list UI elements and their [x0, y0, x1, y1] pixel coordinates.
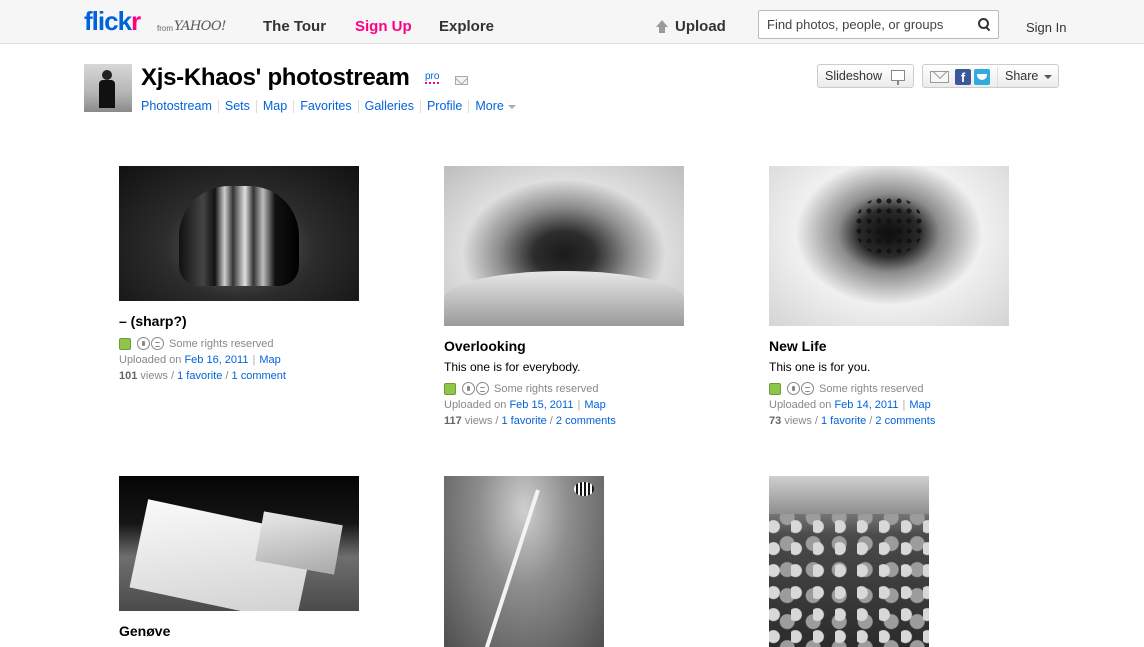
photo-type-icon: [119, 337, 131, 350]
share-label: Share: [1005, 69, 1039, 83]
favorites-link[interactable]: 1 favorite: [821, 415, 866, 427]
photo-description: This one is for everybody.: [444, 360, 581, 374]
map-link[interactable]: Map: [259, 354, 280, 366]
subnav-photostream[interactable]: Photostream: [141, 100, 218, 113]
logo-from-text: from: [157, 24, 173, 33]
share-divider: [997, 67, 998, 87]
page-title: Xjs-Khaos' photostream: [141, 64, 410, 91]
view-count: 101: [119, 370, 138, 382]
upload-arrow-icon: [656, 19, 669, 34]
cc-noderivs-icon[interactable]: [151, 337, 164, 350]
subnav-galleries[interactable]: Galleries: [357, 100, 420, 113]
slideshow-label: Slideshow: [825, 69, 882, 83]
photo-stats: 117 views / 1 favorite / 2 comments: [444, 415, 616, 427]
favorites-link[interactable]: 1 favorite: [502, 415, 547, 427]
photo-thumbnail[interactable]: [119, 476, 359, 611]
photo-item: Genøve: [119, 476, 359, 639]
view-count: 73: [769, 415, 782, 427]
comments-link[interactable]: 2 comments: [875, 415, 935, 427]
twitter-icon[interactable]: [974, 69, 990, 85]
photo-type-icon: [444, 382, 456, 395]
photo-thumbnail[interactable]: [444, 476, 604, 647]
share-button[interactable]: f Share: [922, 64, 1059, 88]
email-share-icon[interactable]: [930, 71, 949, 83]
photo-stats: 73 views / 1 favorite / 2 comments: [769, 415, 936, 427]
cc-attribution-icon[interactable]: [137, 337, 150, 350]
flickr-logo[interactable]: flickr: [84, 6, 141, 37]
license-info: Some rights reserved: [769, 382, 1009, 395]
chevron-down-icon: [1044, 75, 1052, 79]
view-count: 117: [444, 415, 462, 427]
license-text[interactable]: Some rights reserved: [494, 383, 599, 395]
photo-item: [769, 476, 929, 647]
photo-title[interactable]: New Life: [769, 338, 1009, 354]
photo-stats: 101 views / 1 favorite / 1 comment: [119, 370, 286, 382]
search-box: [758, 10, 999, 39]
photo-type-icon: [769, 382, 781, 395]
upload-button[interactable]: Upload: [656, 18, 726, 35]
photo-item: New Life This one is for you. Some right…: [769, 166, 1009, 427]
avatar[interactable]: [84, 64, 132, 112]
upload-date-link[interactable]: Feb 15, 2011: [509, 399, 573, 411]
photo-thumbnail[interactable]: [769, 166, 1009, 326]
upload-date-link[interactable]: Feb 14, 2011: [834, 399, 898, 411]
photo-title[interactable]: Overlooking: [444, 338, 684, 354]
photo-thumbnail[interactable]: [119, 166, 359, 301]
comments-link[interactable]: 2 comments: [556, 415, 616, 427]
photo-item: [444, 476, 604, 647]
subnav-more[interactable]: More: [468, 100, 521, 113]
photo-title[interactable]: – (sharp?): [119, 313, 359, 329]
photostream-subnav: Photostream Sets Map Favorites Galleries…: [141, 100, 522, 113]
upload-meta: Uploaded on Feb 14, 2011 | Map: [769, 399, 931, 411]
cc-noderivs-icon[interactable]: [476, 382, 489, 395]
subnav-profile[interactable]: Profile: [419, 100, 468, 113]
upload-meta: Uploaded on Feb 15, 2011 | Map: [444, 399, 606, 411]
upload-date-link[interactable]: Feb 16, 2011: [184, 354, 248, 366]
map-link[interactable]: Map: [909, 399, 930, 411]
photo-item: – (sharp?) Some rights reserved Uploaded…: [119, 166, 359, 382]
chevron-down-icon: [507, 104, 516, 109]
photo-thumbnail[interactable]: [769, 476, 929, 647]
slideshow-screen-icon: [891, 70, 905, 85]
nav-sign-up[interactable]: Sign Up: [355, 18, 412, 35]
upload-meta: Uploaded on Feb 16, 2011 | Map: [119, 354, 281, 366]
facebook-icon[interactable]: f: [955, 69, 971, 85]
nav-the-tour[interactable]: The Tour: [263, 18, 326, 35]
photo-description: This one is for you.: [769, 360, 871, 374]
yahoo-logo: YAHOO!: [174, 19, 226, 34]
cc-attribution-icon[interactable]: [787, 382, 800, 395]
photo-title[interactable]: Genøve: [119, 623, 359, 639]
map-link[interactable]: Map: [584, 399, 605, 411]
license-info: Some rights reserved: [444, 382, 684, 395]
favorites-link[interactable]: 1 favorite: [177, 370, 222, 382]
subnav-favorites[interactable]: Favorites: [293, 100, 357, 113]
slideshow-button[interactable]: Slideshow: [817, 64, 914, 88]
comments-link[interactable]: 1 comment: [232, 370, 286, 382]
cc-attribution-icon[interactable]: [462, 382, 475, 395]
license-text[interactable]: Some rights reserved: [819, 383, 924, 395]
license-info: Some rights reserved: [119, 337, 359, 350]
nav-explore[interactable]: Explore: [439, 18, 494, 35]
pro-badge[interactable]: pro: [425, 72, 440, 84]
subnav-sets[interactable]: Sets: [217, 100, 256, 113]
cc-noderivs-icon[interactable]: [801, 382, 814, 395]
sign-in-link[interactable]: Sign In: [1026, 20, 1066, 35]
subnav-map[interactable]: Map: [255, 100, 293, 113]
upload-label: Upload: [675, 18, 726, 35]
photo-item: Overlooking This one is for everybody. S…: [444, 166, 684, 427]
mail-icon[interactable]: [455, 76, 468, 85]
top-bar: flickr from YAHOO! The Tour Sign Up Expl…: [0, 0, 1144, 44]
search-icon[interactable]: [978, 18, 990, 30]
license-text[interactable]: Some rights reserved: [169, 338, 274, 350]
search-input[interactable]: [759, 11, 959, 38]
photo-thumbnail[interactable]: [444, 166, 684, 326]
